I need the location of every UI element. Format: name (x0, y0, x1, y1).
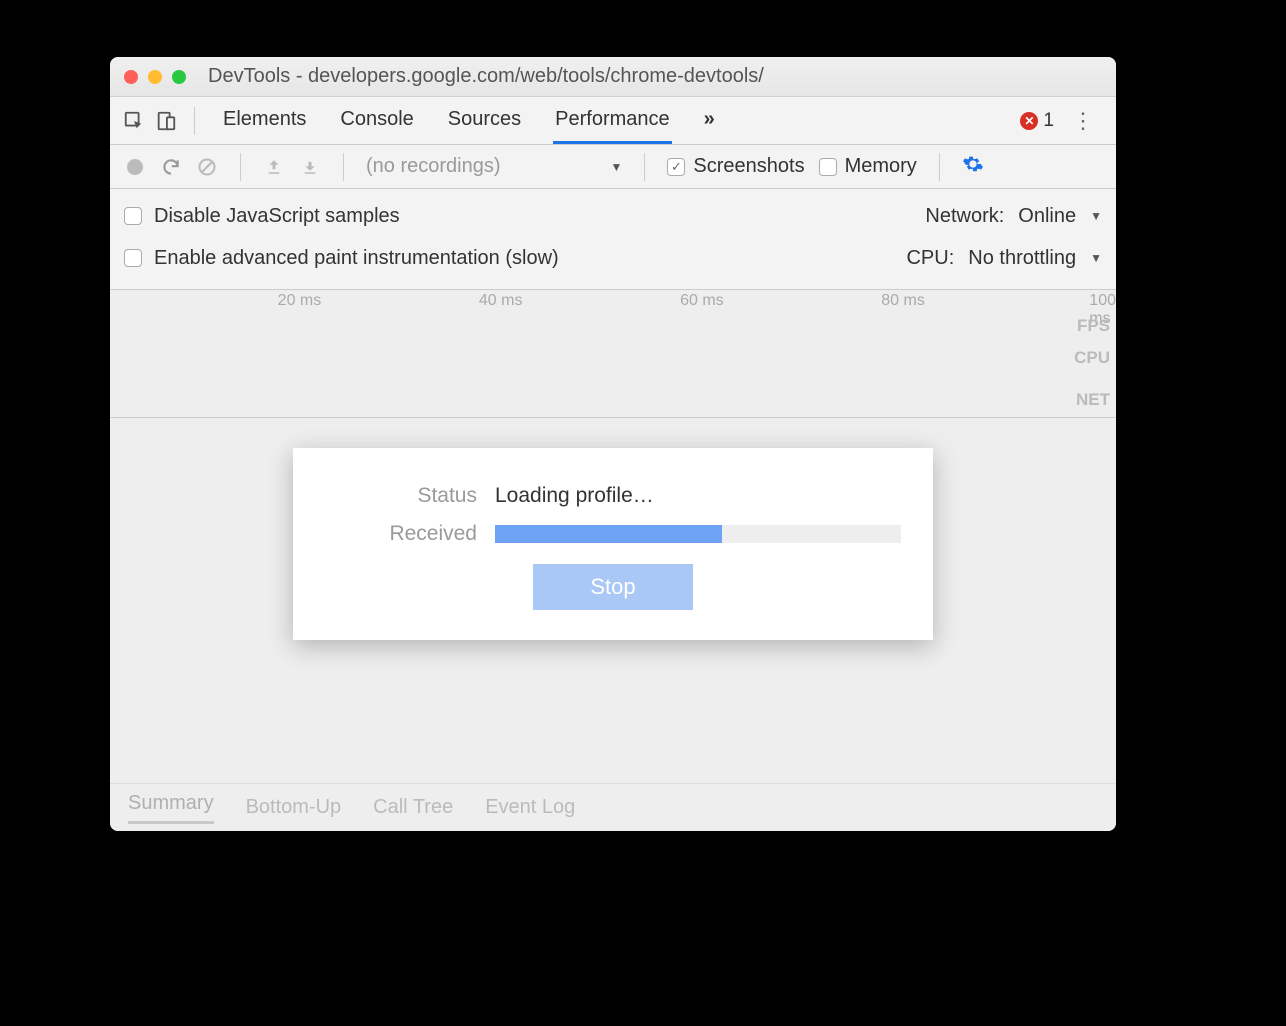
panel-tabs-toolbar: Elements Console Sources Performance » ✕… (110, 97, 1116, 145)
details-tabs: Summary Bottom-Up Call Tree Event Log (110, 783, 1116, 831)
record-icon[interactable] (124, 156, 146, 178)
enable-paint-instrumentation-label[interactable]: Enable advanced paint instrumentation (s… (154, 247, 559, 270)
chevron-down-icon: ▼ (1090, 251, 1102, 265)
traffic-lights (124, 70, 186, 84)
cpu-value: No throttling (968, 247, 1076, 270)
memory-checkbox[interactable]: Memory (819, 155, 917, 178)
divider (644, 153, 645, 181)
memory-label: Memory (845, 155, 917, 178)
received-label: Received (325, 522, 495, 546)
device-toolbar-icon[interactable] (154, 109, 178, 133)
error-icon: ✕ (1020, 112, 1038, 130)
lane-cpu: CPU (1074, 348, 1110, 368)
divider (343, 153, 344, 181)
reload-icon[interactable] (160, 156, 182, 178)
progress-bar (495, 525, 901, 543)
tab-console[interactable]: Console (338, 98, 415, 144)
network-value: Online (1018, 205, 1076, 228)
stop-button[interactable]: Stop (533, 564, 693, 610)
error-count: 1 (1043, 110, 1054, 132)
network-label: Network: (925, 205, 1004, 228)
btab-summary[interactable]: Summary (128, 792, 214, 824)
recordings-dropdown[interactable]: (no recordings) (366, 155, 501, 178)
screenshots-label: Screenshots (693, 155, 804, 178)
clear-icon[interactable] (196, 156, 218, 178)
divider (194, 107, 195, 135)
status-value: Loading profile… (495, 484, 654, 508)
timeline-overview[interactable]: 20 ms 40 ms 60 ms 80 ms 100 ms FPS CPU N… (110, 290, 1116, 418)
settings-gear-icon[interactable] (962, 153, 984, 181)
status-label: Status (325, 484, 495, 508)
zoom-icon[interactable] (172, 70, 186, 84)
inspect-element-icon[interactable] (122, 109, 146, 133)
network-throttling-select[interactable]: Online ▼ (1018, 205, 1102, 228)
ruler-tick: 20 ms (278, 292, 322, 310)
panel-tabs: Elements Console Sources Performance » (221, 98, 717, 144)
checkbox-icon[interactable] (124, 207, 142, 225)
tabs-overflow-icon[interactable]: » (702, 98, 717, 144)
titlebar: DevTools - developers.google.com/web/too… (110, 57, 1116, 97)
ruler-tick: 60 ms (680, 292, 724, 310)
more-menu-icon[interactable]: ⋮ (1062, 108, 1104, 134)
window-title: DevTools - developers.google.com/web/too… (208, 65, 764, 88)
lane-fps: FPS (1077, 316, 1110, 336)
checkbox-icon[interactable] (124, 249, 142, 267)
lane-net: NET (1076, 390, 1110, 410)
btab-call-tree[interactable]: Call Tree (373, 796, 453, 819)
divider (240, 153, 241, 181)
download-profile-icon[interactable] (299, 156, 321, 178)
btab-event-log[interactable]: Event Log (485, 796, 575, 819)
ruler-tick: 80 ms (881, 292, 925, 310)
disable-js-samples-label[interactable]: Disable JavaScript samples (154, 205, 400, 228)
tab-performance[interactable]: Performance (553, 98, 672, 144)
chevron-down-icon[interactable]: ▼ (611, 160, 623, 174)
checkbox-icon (667, 158, 685, 176)
cpu-label: CPU: (906, 247, 954, 270)
minimize-icon[interactable] (148, 70, 162, 84)
screenshots-checkbox[interactable]: Screenshots (667, 155, 804, 178)
capture-settings: Disable JavaScript samples Network: Onli… (110, 189, 1116, 290)
tab-sources[interactable]: Sources (446, 98, 523, 144)
upload-profile-icon[interactable] (263, 156, 285, 178)
devtools-window: DevTools - developers.google.com/web/too… (110, 57, 1116, 831)
cpu-throttling-select[interactable]: No throttling ▼ (968, 247, 1102, 270)
flame-chart-area: Status Loading profile… Received Stop (110, 418, 1116, 788)
checkbox-icon (819, 158, 837, 176)
tab-elements[interactable]: Elements (221, 98, 308, 144)
btab-bottom-up[interactable]: Bottom-Up (246, 796, 342, 819)
close-icon[interactable] (124, 70, 138, 84)
error-indicator[interactable]: ✕ 1 (1020, 110, 1054, 132)
divider (939, 153, 940, 181)
ruler-tick: 40 ms (479, 292, 523, 310)
chevron-down-icon: ▼ (1090, 209, 1102, 223)
loading-profile-dialog: Status Loading profile… Received Stop (293, 448, 933, 640)
recording-toolbar: (no recordings) ▼ Screenshots Memory (110, 145, 1116, 189)
progress-fill (495, 525, 722, 543)
